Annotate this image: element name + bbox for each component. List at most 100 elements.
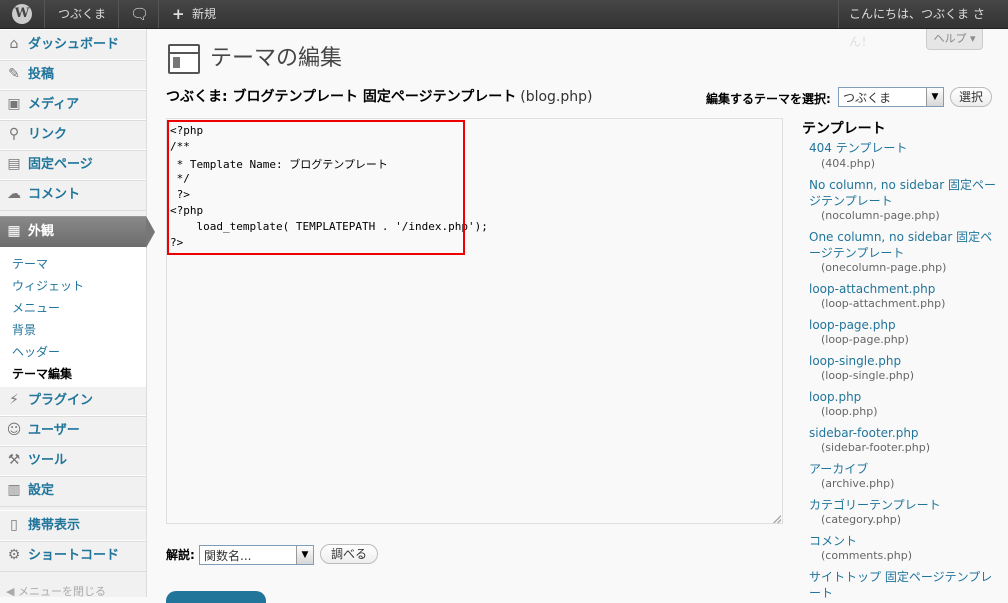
site-name-link[interactable]: つぶくま bbox=[58, 0, 106, 28]
settings-icon: ▥ bbox=[7, 482, 21, 498]
wordpress-logo-icon[interactable]: W bbox=[12, 4, 32, 24]
chevron-down-icon: ▼ bbox=[926, 88, 943, 106]
sidebar-item-label: リンク bbox=[28, 127, 68, 142]
sidebar-item[interactable]: ☁ コメント bbox=[0, 179, 146, 211]
page-icon: ▤ bbox=[7, 156, 21, 172]
template-filename: (sidebar-footer.php) bbox=[821, 441, 930, 454]
template-filename: (comments.php) bbox=[821, 549, 913, 562]
comment-bubble-icon[interactable]: 🗨 bbox=[130, 0, 149, 28]
file-heading-title: つぶくま: ブログテンプレート 固定ページテンプレート bbox=[166, 89, 517, 105]
sidebar-item[interactable]: ▯ 携帯表示 bbox=[0, 510, 146, 542]
template-link[interactable]: loop-attachment.php bbox=[809, 281, 999, 297]
appearance-page-icon bbox=[168, 44, 200, 74]
sidebar-item[interactable]: ▤ 固定ページ bbox=[0, 149, 146, 181]
lookup-button[interactable]: 調べる bbox=[320, 544, 378, 564]
template-link[interactable]: アーカイブ bbox=[809, 461, 999, 477]
template-link[interactable]: sidebar-footer.php bbox=[809, 425, 999, 441]
sidebar-item[interactable]: ⚒ ツール bbox=[0, 445, 146, 477]
template-filename: (loop-single.php) bbox=[821, 369, 915, 382]
template-filename: (404.php) bbox=[821, 157, 876, 170]
theme-select[interactable]: つぶくま ▼ bbox=[838, 87, 944, 107]
template-link[interactable]: loop-page.php bbox=[809, 317, 999, 333]
divider bbox=[838, 0, 839, 28]
templates-heading: テンプレート bbox=[802, 121, 886, 137]
divider bbox=[118, 0, 119, 28]
file-heading: つぶくま: ブログテンプレート 固定ページテンプレート (blog.php) bbox=[166, 86, 592, 106]
documentation-label: 解説: bbox=[166, 548, 195, 562]
pin-icon: ✎ bbox=[8, 66, 20, 82]
mobile-icon: ▯ bbox=[10, 517, 18, 533]
sidebar-item-label: ユーザー bbox=[28, 423, 80, 438]
template-link[interactable]: 404 テンプレート bbox=[809, 140, 999, 156]
page-title: テーマの編集 bbox=[210, 45, 343, 70]
sidebar-item-label: ダッシュボード bbox=[28, 37, 120, 52]
link-icon: ⚲ bbox=[8, 126, 20, 142]
submenu-item-menus[interactable]: メニュー bbox=[12, 299, 60, 316]
highlight-box bbox=[167, 120, 465, 255]
template-link[interactable]: コメント bbox=[809, 533, 999, 549]
sidebar-item-label: 投稿 bbox=[28, 67, 55, 82]
submenu-item-themes[interactable]: テーマ bbox=[12, 255, 48, 272]
appearance-submenu: テーマ ウィジェット メニュー 背景 ヘッダー テーマ編集 bbox=[0, 247, 146, 387]
sidebar-item-label: ツール bbox=[28, 453, 68, 468]
plus-icon[interactable]: + bbox=[172, 0, 185, 28]
template-link[interactable]: カテゴリーテンプレート bbox=[809, 497, 999, 513]
select-theme-button[interactable]: 選択 bbox=[950, 87, 992, 107]
function-select-value: 関数名... bbox=[204, 549, 252, 563]
sidebar-item[interactable]: ☺ ユーザー bbox=[0, 415, 146, 447]
template-link[interactable]: One column, no sidebar 固定ページテンプレート bbox=[809, 229, 999, 261]
help-tab[interactable]: ヘルプ ▾ bbox=[926, 29, 983, 50]
sidebar-item[interactable]: ⚲ リンク bbox=[0, 119, 146, 151]
sidebar-item[interactable]: ⚙ ショートコード bbox=[0, 540, 146, 572]
sidebar-item[interactable]: ▦ 外観 bbox=[0, 216, 146, 248]
submenu-item-header[interactable]: ヘッダー bbox=[12, 343, 60, 360]
comment-icon: ☁ bbox=[7, 186, 21, 202]
submenu-item-widgets[interactable]: ウィジェット bbox=[12, 277, 84, 294]
chevron-down-icon: ▼ bbox=[296, 546, 313, 564]
template-filename: (archive.php) bbox=[821, 477, 895, 490]
theme-select-value: つぶくま bbox=[843, 91, 892, 105]
sidebar-item-label: プラグイン bbox=[28, 393, 94, 408]
sidebar-item[interactable]: ▣ メディア bbox=[0, 89, 146, 121]
template-link[interactable]: サイトトップ 固定ページテンプレート bbox=[809, 569, 999, 601]
admin-bar: W つぶくま 🗨 + 新規 こんにちは、つぶくま さん！ bbox=[0, 0, 1008, 49]
collapse-arrow-icon: ◀ bbox=[6, 585, 15, 598]
template-filename: (loop-page.php) bbox=[821, 333, 909, 346]
sidebar-item-label: 携帯表示 bbox=[28, 518, 81, 533]
plugin-icon: ⚡ bbox=[9, 392, 19, 408]
users-icon: ☺ bbox=[6, 422, 22, 438]
update-file-button[interactable] bbox=[166, 591, 266, 603]
dashboard-icon: ⌂ bbox=[9, 36, 19, 52]
template-link[interactable]: loop.php bbox=[809, 389, 999, 405]
media-icon: ▣ bbox=[7, 96, 21, 112]
sidebar-item[interactable]: ✎ 投稿 bbox=[0, 59, 146, 91]
current-menu-arrow bbox=[146, 216, 155, 248]
theme-select-label: 編集するテーマを選択: bbox=[706, 92, 831, 106]
gear-icon: ⚙ bbox=[7, 547, 21, 563]
sidebar-item-label: メディア bbox=[28, 97, 80, 112]
divider bbox=[158, 0, 159, 28]
sidebar-item-label: 外観 bbox=[28, 224, 55, 239]
sidebar-item[interactable]: ⌂ ダッシュボード bbox=[0, 29, 146, 61]
sidebar-item-label: 設定 bbox=[28, 483, 55, 498]
collapse-menu-label: メニューを閉じる bbox=[17, 585, 106, 598]
sidebar-item[interactable]: ⚡ プラグイン bbox=[0, 385, 146, 417]
submenu-item-theme-editor[interactable]: テーマ編集 bbox=[12, 365, 72, 382]
sidebar-item-label: ショートコード bbox=[28, 548, 120, 563]
template-filename: (loop.php) bbox=[821, 405, 878, 418]
template-filename: (onecolumn-page.php) bbox=[821, 261, 947, 274]
resize-handle-icon[interactable] bbox=[773, 515, 781, 523]
template-link[interactable]: loop-single.php bbox=[809, 353, 999, 369]
template-filename: (category.php) bbox=[821, 513, 902, 526]
divider bbox=[44, 0, 45, 28]
submenu-item-background[interactable]: 背景 bbox=[12, 321, 36, 338]
user-greeting[interactable]: こんにちは、つぶくま さん！ bbox=[849, 0, 1008, 49]
template-link[interactable]: No column, no sidebar 固定ページテンプレート bbox=[809, 177, 999, 209]
sidebar-item-label: 固定ページ bbox=[28, 157, 93, 172]
new-content-link[interactable]: 新規 bbox=[192, 0, 216, 28]
function-select[interactable]: 関数名... ▼ bbox=[199, 545, 314, 565]
template-filename: (loop-attachment.php) bbox=[821, 297, 946, 310]
sidebar-item[interactable]: ▥ 設定 bbox=[0, 475, 146, 507]
sidebar-item-label: コメント bbox=[28, 187, 81, 202]
tools-icon: ⚒ bbox=[7, 452, 21, 468]
